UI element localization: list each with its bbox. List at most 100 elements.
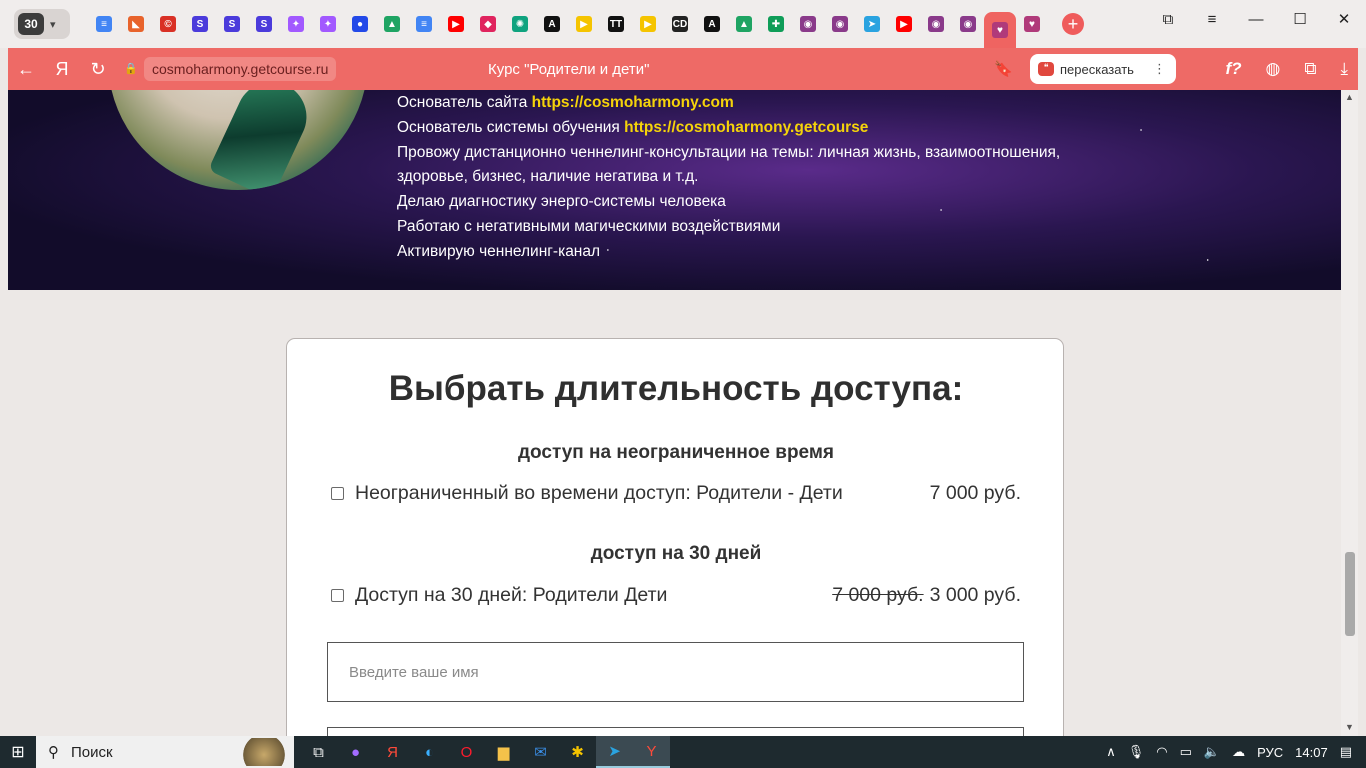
- more-icon[interactable]: ⋮: [1153, 61, 1166, 77]
- offer-option-unlimited[interactable]: Неограниченный во времени доступ: Родите…: [331, 482, 1021, 505]
- browser-tab[interactable]: ➤: [856, 8, 888, 40]
- system-link[interactable]: https://cosmoharmony.getcourse: [624, 119, 868, 136]
- chevron-up-icon[interactable]: ∧: [1106, 744, 1116, 760]
- play-icon: ▶: [576, 16, 592, 32]
- cosmo-icon: ◉: [800, 16, 816, 32]
- checkbox[interactable]: [331, 487, 344, 500]
- name-placeholder: Введите ваше имя: [349, 663, 479, 681]
- yandex-icon[interactable]: Я: [44, 59, 80, 80]
- figma-icon: ✦: [320, 16, 336, 32]
- font-icon[interactable]: f?: [1225, 59, 1241, 79]
- volume-icon[interactable]: 🔈: [1204, 744, 1220, 760]
- option-label: Неограниченный во времени доступ: Родите…: [355, 482, 843, 504]
- docs-icon: ≡: [96, 16, 112, 32]
- checkbox[interactable]: [331, 589, 344, 602]
- browser-tab[interactable]: ▲: [728, 8, 760, 40]
- scroll-down-icon[interactable]: ▼: [1345, 722, 1354, 732]
- clock[interactable]: 14:07: [1295, 745, 1328, 760]
- bio-line: Делаю диагностику энерго-системы человек…: [397, 193, 726, 211]
- scroll-thumb[interactable]: [1345, 552, 1355, 636]
- browser-tab[interactable]: ◉: [824, 8, 856, 40]
- reload-icon[interactable]: ↻: [80, 59, 116, 80]
- drive-icon: ▲: [736, 16, 752, 32]
- browser-tab[interactable]: S: [216, 8, 248, 40]
- back-arrow-icon[interactable]: ←: [8, 59, 44, 80]
- browser-tab[interactable]: ✦: [280, 8, 312, 40]
- browser-tab[interactable]: ▶: [632, 8, 664, 40]
- offer-heading: Выбрать длительность доступа:: [388, 369, 964, 408]
- language-indicator[interactable]: РУС: [1257, 745, 1283, 760]
- browser-tab[interactable]: A: [536, 8, 568, 40]
- new-tab-button[interactable]: +: [1062, 13, 1084, 35]
- cloud-icon[interactable]: ☁: [1232, 744, 1245, 760]
- task-view-icon[interactable]: ⧉: [300, 736, 337, 768]
- search-icon: ⚲: [48, 744, 59, 761]
- search-label: Поиск: [71, 743, 113, 761]
- next-input[interactable]: [327, 727, 1024, 736]
- browser-tab[interactable]: ♥: [1016, 8, 1048, 40]
- browser-tab[interactable]: ◉: [952, 8, 984, 40]
- browser-tab[interactable]: ♥: [984, 12, 1016, 48]
- maximize-button[interactable]: ☐: [1278, 10, 1322, 28]
- browser-tab[interactable]: ©: [152, 8, 184, 40]
- scroll-up-icon[interactable]: ▲: [1345, 92, 1354, 102]
- download-icon[interactable]: ⤓: [1340, 59, 1348, 79]
- browser-tab[interactable]: ≡: [88, 8, 120, 40]
- bio-system-line: Основатель системы обучения https://cosm…: [397, 118, 869, 136]
- mail-icon[interactable]: ✉: [522, 736, 559, 768]
- url-text[interactable]: cosmoharmony.getcourse.ru: [144, 57, 337, 81]
- browser-tab[interactable]: ▶: [888, 8, 920, 40]
- app-icon[interactable]: ✱: [559, 736, 596, 768]
- tab-count-button[interactable]: 30 ▾: [14, 9, 70, 39]
- browser-tab[interactable]: ≡: [408, 8, 440, 40]
- close-button[interactable]: ✕: [1322, 10, 1366, 28]
- option-label: Доступ на 30 дней: Родители Дети: [355, 584, 668, 606]
- browser-tab[interactable]: ◆: [472, 8, 504, 40]
- globe-icon[interactable]: ◍: [1266, 59, 1281, 79]
- telegram-icon[interactable]: ➤: [596, 736, 633, 768]
- retell-button[interactable]: ❝ пересказать ⋮: [1030, 54, 1176, 84]
- browser-tab[interactable]: ◉: [920, 8, 952, 40]
- notifications-icon[interactable]: ▤: [1340, 744, 1352, 760]
- toolbar-icons: f? ◍ ⧉ ⤓: [1225, 59, 1348, 79]
- minimize-button[interactable]: —: [1234, 11, 1278, 28]
- collections-icon[interactable]: ⧉: [1146, 11, 1190, 28]
- browser-tab[interactable]: TT: [600, 8, 632, 40]
- bio-line: здоровье, бизнес, наличие негатива и т.д…: [397, 168, 699, 186]
- browser-tab[interactable]: ●: [344, 8, 376, 40]
- browser-tab[interactable]: ◉: [792, 8, 824, 40]
- wifi-icon[interactable]: ◠: [1156, 744, 1167, 760]
- yandex-browser-icon[interactable]: Я: [374, 736, 411, 768]
- alice-icon[interactable]: ●: [337, 736, 374, 768]
- browser-tab[interactable]: CD: [664, 8, 696, 40]
- browser-tab[interactable]: ✦: [312, 8, 344, 40]
- browser-tab[interactable]: ▶: [568, 8, 600, 40]
- battery-icon[interactable]: ▭: [1180, 744, 1192, 760]
- menu-icon[interactable]: ≡: [1190, 11, 1234, 28]
- browser-tab[interactable]: A: [696, 8, 728, 40]
- extensions-icon[interactable]: ⧉: [1304, 59, 1316, 79]
- taskbar-search[interactable]: ⚲ Поиск: [36, 736, 294, 768]
- yandex-app-icon[interactable]: Y: [633, 736, 670, 768]
- edge-icon[interactable]: ◐: [411, 736, 448, 768]
- bookmark-icon[interactable]: 🔖: [994, 60, 1013, 78]
- microphone-icon[interactable]: 🎙: [1128, 744, 1145, 760]
- windows-start-icon[interactable]: ⊞: [0, 742, 36, 762]
- browser-tab[interactable]: ▲: [376, 8, 408, 40]
- author-bio: Основатель сайта https://cosmoharmony.co…: [397, 91, 1060, 265]
- url-box[interactable]: 🔒 cosmoharmony.getcourse.ru: [124, 54, 337, 84]
- browser-tab[interactable]: ✺: [504, 8, 536, 40]
- site-link[interactable]: https://cosmoharmony.com: [532, 94, 734, 111]
- opera-icon[interactable]: O: [448, 736, 485, 768]
- browser-tab[interactable]: ▶: [440, 8, 472, 40]
- browser-tab[interactable]: ◣: [120, 8, 152, 40]
- browser-tab[interactable]: S: [248, 8, 280, 40]
- name-input[interactable]: Введите ваше имя: [327, 642, 1024, 702]
- browser-tab[interactable]: ✚: [760, 8, 792, 40]
- offer-option-30-days[interactable]: Доступ на 30 дней: Родители Дети 7 000 р…: [331, 584, 1021, 607]
- play-icon: ▶: [640, 16, 656, 32]
- page-scrollbar[interactable]: ▲ ▼: [1341, 90, 1358, 736]
- explorer-icon[interactable]: ▆: [485, 736, 522, 768]
- browser-tab[interactable]: S: [184, 8, 216, 40]
- s-app-icon: S: [192, 16, 208, 32]
